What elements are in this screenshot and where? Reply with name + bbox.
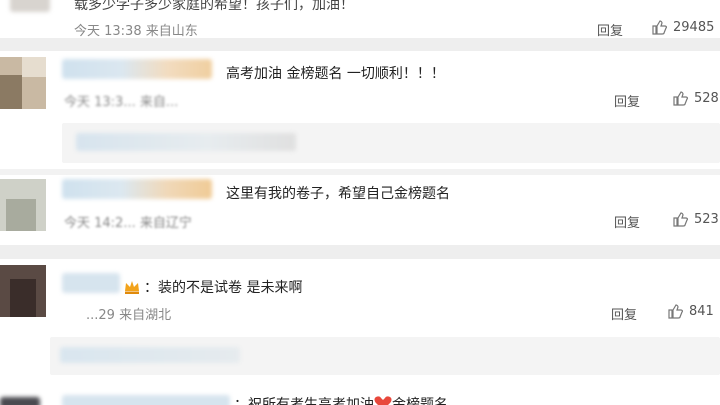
thumbs-up-icon — [652, 20, 667, 35]
separator — [0, 245, 720, 259]
comment-5: ：祝所有考生高考加油 金榜题名 — [0, 375, 720, 405]
like-button[interactable]: 528 — [672, 90, 719, 106]
comment-2: 高考加油 金榜题名 一切顺利！！！ 今天 13:3... 来自... 回复 52… — [0, 51, 720, 169]
avatar[interactable] — [0, 57, 46, 109]
comment-body: ：装的不是试卷 是未来啊 — [144, 280, 303, 296]
heart-icon — [374, 396, 392, 405]
comment-text: ：装的不是试卷 是未来啊 — [124, 277, 302, 297]
comment-meta: ...29 来自湖北 — [86, 308, 172, 323]
thumbs-up-icon — [673, 212, 688, 227]
crown-badge-icon — [125, 281, 139, 294]
thumbs-up-icon — [668, 304, 683, 319]
comment-text: 这里有我的卷子，希望自己金榜题名 — [226, 186, 450, 202]
comment-3: 这里有我的卷子，希望自己金榜题名 今天 14:2... 来自辽宁 回复 523 — [0, 175, 720, 245]
like-count: 523 — [694, 211, 719, 227]
comment-meta: 今天 13:38 来自山东 — [74, 24, 198, 39]
comment-body-end: 金榜题名 — [392, 397, 448, 405]
reply-button[interactable]: 回复 — [597, 20, 623, 39]
like-count: 29485 — [673, 19, 715, 35]
comment-4: ：装的不是试卷 是未来啊 ...29 来自湖北 回复 841 — [0, 259, 720, 375]
comment-meta: 今天 13:3... 来自... — [64, 95, 179, 110]
separator — [0, 38, 720, 51]
avatar[interactable] — [0, 265, 46, 317]
thumbs-up-icon — [673, 91, 688, 106]
comment-text: 高考加油 金榜题名 一切顺利！！！ — [226, 66, 445, 82]
reply-button[interactable]: 回复 — [614, 91, 640, 110]
sub-reply-box[interactable] — [62, 123, 720, 163]
username-blurred[interactable] — [62, 273, 120, 293]
like-button[interactable]: 29485 — [651, 19, 714, 35]
sub-reply-box[interactable] — [50, 337, 720, 375]
comment-text: 载多少学子多少家庭的希望！孩子们，加油！ — [74, 0, 354, 13]
like-button[interactable]: 523 — [672, 211, 719, 227]
comment-meta: 今天 14:2... 来自辽宁 — [64, 216, 192, 231]
reply-button[interactable]: 回复 — [614, 212, 640, 231]
avatar[interactable] — [0, 179, 46, 231]
username-blurred[interactable] — [62, 395, 230, 405]
reply-button[interactable]: 回复 — [611, 304, 637, 323]
comment-1: 载多少学子多少家庭的希望！孩子们，加油！ 今天 13:38 来自山东 回复 29… — [0, 0, 720, 39]
username-blurred[interactable] — [62, 59, 212, 79]
comment-text: ：祝所有考生高考加油 金榜题名 — [234, 394, 448, 405]
like-button[interactable]: 841 — [667, 303, 714, 319]
comment-body: ：祝所有考生高考加油 — [234, 397, 374, 405]
username-blurred[interactable] — [62, 179, 212, 199]
like-count: 528 — [694, 90, 719, 106]
like-count: 841 — [689, 303, 714, 319]
